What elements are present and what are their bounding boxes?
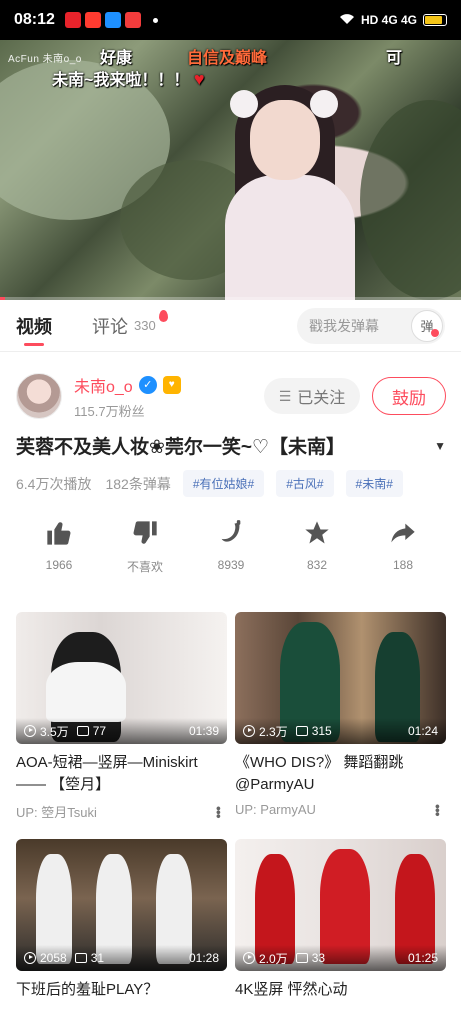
reward-button[interactable]: 鼓励 (372, 377, 446, 415)
expand-caret-icon[interactable]: ▼ (434, 439, 446, 453)
duration: 01:25 (407, 951, 438, 965)
dislike-button[interactable]: 不喜欢 (102, 518, 188, 575)
video-frame-foliage (360, 100, 461, 300)
related-video-card[interactable]: 2.0万 33 01:25 4K竖屏 怦然心动 (235, 839, 446, 1023)
card-title: 《WHO DIS?》 舞蹈翻跳 @ParmyAU (235, 754, 404, 793)
tag-chip[interactable]: #有位姑娘# (182, 470, 265, 497)
related-video-card[interactable]: 3.5万 77 01:39 AOA-短裙—竖屏—Miniskirt—— 【箜月】… (16, 612, 227, 821)
danmaku-comment: 未南~我来啦！！！ ♥ (52, 69, 205, 89)
thumbnail-stats: 2.0万 33 01:25 (235, 945, 446, 971)
banana-icon (216, 518, 246, 548)
author-fans: 115.7万粉丝 (74, 403, 145, 419)
menu-icon: ☰ (278, 387, 292, 404)
card-uploader: UP: 箜月Tsuki (16, 805, 97, 820)
fire-icon (158, 309, 168, 322)
status-right: HD 4G 4G (339, 13, 447, 28)
thumbnail-stats: 3.5万 77 01:39 (16, 718, 227, 744)
thumbnail-stats: 2058 31 01:28 (16, 945, 227, 971)
card-title: 4K竖屏 怦然心动 (235, 981, 348, 998)
video-thumbnail[interactable]: 2.3万 315 01:24 (235, 612, 446, 744)
avatar[interactable] (16, 373, 62, 419)
video-title-row[interactable]: 芙蓉不及美人妆❀莞尔一笑~♡【未南】 ▼ (16, 432, 446, 459)
notification-icons (64, 12, 158, 28)
comment-count-icon (295, 726, 308, 736)
tag-chip[interactable]: #古风# (276, 470, 334, 497)
tab-video[interactable]: 视频 (16, 300, 52, 352)
card-title: AOA-短裙—竖屏—Miniskirt—— 【箜月】 (16, 754, 198, 793)
author-row: 未南o_o ✓ ♥ 115.7万粉丝 ☰ 已关注 鼓励 (16, 368, 446, 424)
tag-chip[interactable]: #未南# (345, 470, 403, 497)
share-icon (388, 518, 418, 548)
more-options-icon[interactable]: ••• (211, 806, 227, 818)
card-title: 下班后的羞耻PLAY？ (16, 981, 159, 998)
star-icon (302, 518, 332, 548)
duration: 01:28 (188, 951, 219, 965)
comment-count-icon (295, 953, 308, 963)
play-count-icon (24, 952, 36, 964)
app-notification-icon (64, 12, 81, 28)
danmu-count: 182条弹幕 (105, 475, 171, 492)
action-bar: 1966 不喜欢 8939 832 188 (16, 518, 446, 575)
author-name[interactable]: 未南o_o (74, 373, 133, 397)
app-notification-icon (124, 12, 141, 28)
network-indicator: HD 4G 4G (360, 13, 417, 27)
app-notification-icon (104, 12, 121, 28)
battery-icon (423, 14, 447, 26)
play-count-icon (243, 952, 255, 964)
thumbnail-stats: 2.3万 315 01:24 (235, 718, 446, 744)
duration: 01:39 (188, 724, 219, 738)
video-thumbnail[interactable]: 3.5万 77 01:39 (16, 612, 227, 744)
danmu-toggle-button[interactable]: 弹 (411, 309, 443, 342)
video-thumbnail[interactable]: 2.0万 33 01:25 (235, 839, 446, 971)
more-options-icon[interactable]: ••• (430, 804, 446, 816)
danmaku-comment: 自信及巅峰 (187, 50, 268, 67)
status-time: 08:12 (14, 11, 55, 28)
video-meta: 6.4万次播放 182条弹幕 #有位姑娘# #古风# #未南# (16, 470, 446, 497)
video-title: 芙蓉不及美人妆❀莞尔一笑~♡【未南】 (16, 437, 346, 458)
app-notification-icon (84, 12, 101, 28)
like-button[interactable]: 1966 (16, 518, 102, 575)
heart-icon: ♥ (193, 69, 205, 89)
play-count-icon (24, 725, 36, 737)
danmaku-comment: 可 (386, 50, 403, 67)
play-count-icon (243, 725, 255, 737)
level-badge-icon: ♥ (162, 375, 181, 394)
verified-icon: ✓ (138, 375, 157, 394)
tab-comments[interactable]: 评论 330 (92, 300, 168, 352)
comment-count-icon (76, 726, 89, 736)
comment-count-icon (74, 953, 87, 963)
video-frame-subject (215, 80, 365, 300)
danmu-input[interactable]: 戳我发弹幕 弹 (297, 307, 445, 344)
related-video-card[interactable]: 2058 31 01:28 下班后的羞耻PLAY？ (16, 839, 227, 1023)
related-videos-grid: 3.5万 77 01:39 AOA-短裙—竖屏—Miniskirt—— 【箜月】… (16, 612, 446, 1023)
favorite-button[interactable]: 832 (274, 518, 360, 575)
more-notifications-icon (152, 17, 158, 23)
video-thumbnail[interactable]: 2058 31 01:28 (16, 839, 227, 971)
followed-button[interactable]: ☰ 已关注 (264, 378, 360, 414)
wifi-icon (339, 13, 355, 28)
related-video-card[interactable]: 2.3万 315 01:24 《WHO DIS?》 舞蹈翻跳 @ParmyAU … (235, 612, 446, 821)
play-count: 6.4万次播放 (16, 475, 92, 492)
video-player[interactable]: AcFun 未南o_o 好康 自信及巅峰 可 未南~我来啦！！！ ♥ (0, 40, 461, 300)
status-bar: 08:12 HD 4G 4G (0, 0, 461, 40)
danmaku-comment: 好康 (100, 50, 133, 67)
watermark: AcFun 未南o_o (8, 54, 82, 65)
comments-count: 330 (134, 318, 156, 333)
duration: 01:24 (407, 724, 438, 738)
thumbs-down-icon (130, 518, 160, 548)
banana-button[interactable]: 8939 (188, 518, 274, 575)
thumbs-up-icon (44, 518, 74, 548)
danmu-placeholder: 戳我发弹幕 (309, 317, 379, 334)
share-button[interactable]: 188 (360, 518, 446, 575)
card-uploader: UP: ParmyAU (235, 802, 316, 817)
detail-tabs: 视频 评论 330 戳我发弹幕 弹 (0, 300, 461, 352)
